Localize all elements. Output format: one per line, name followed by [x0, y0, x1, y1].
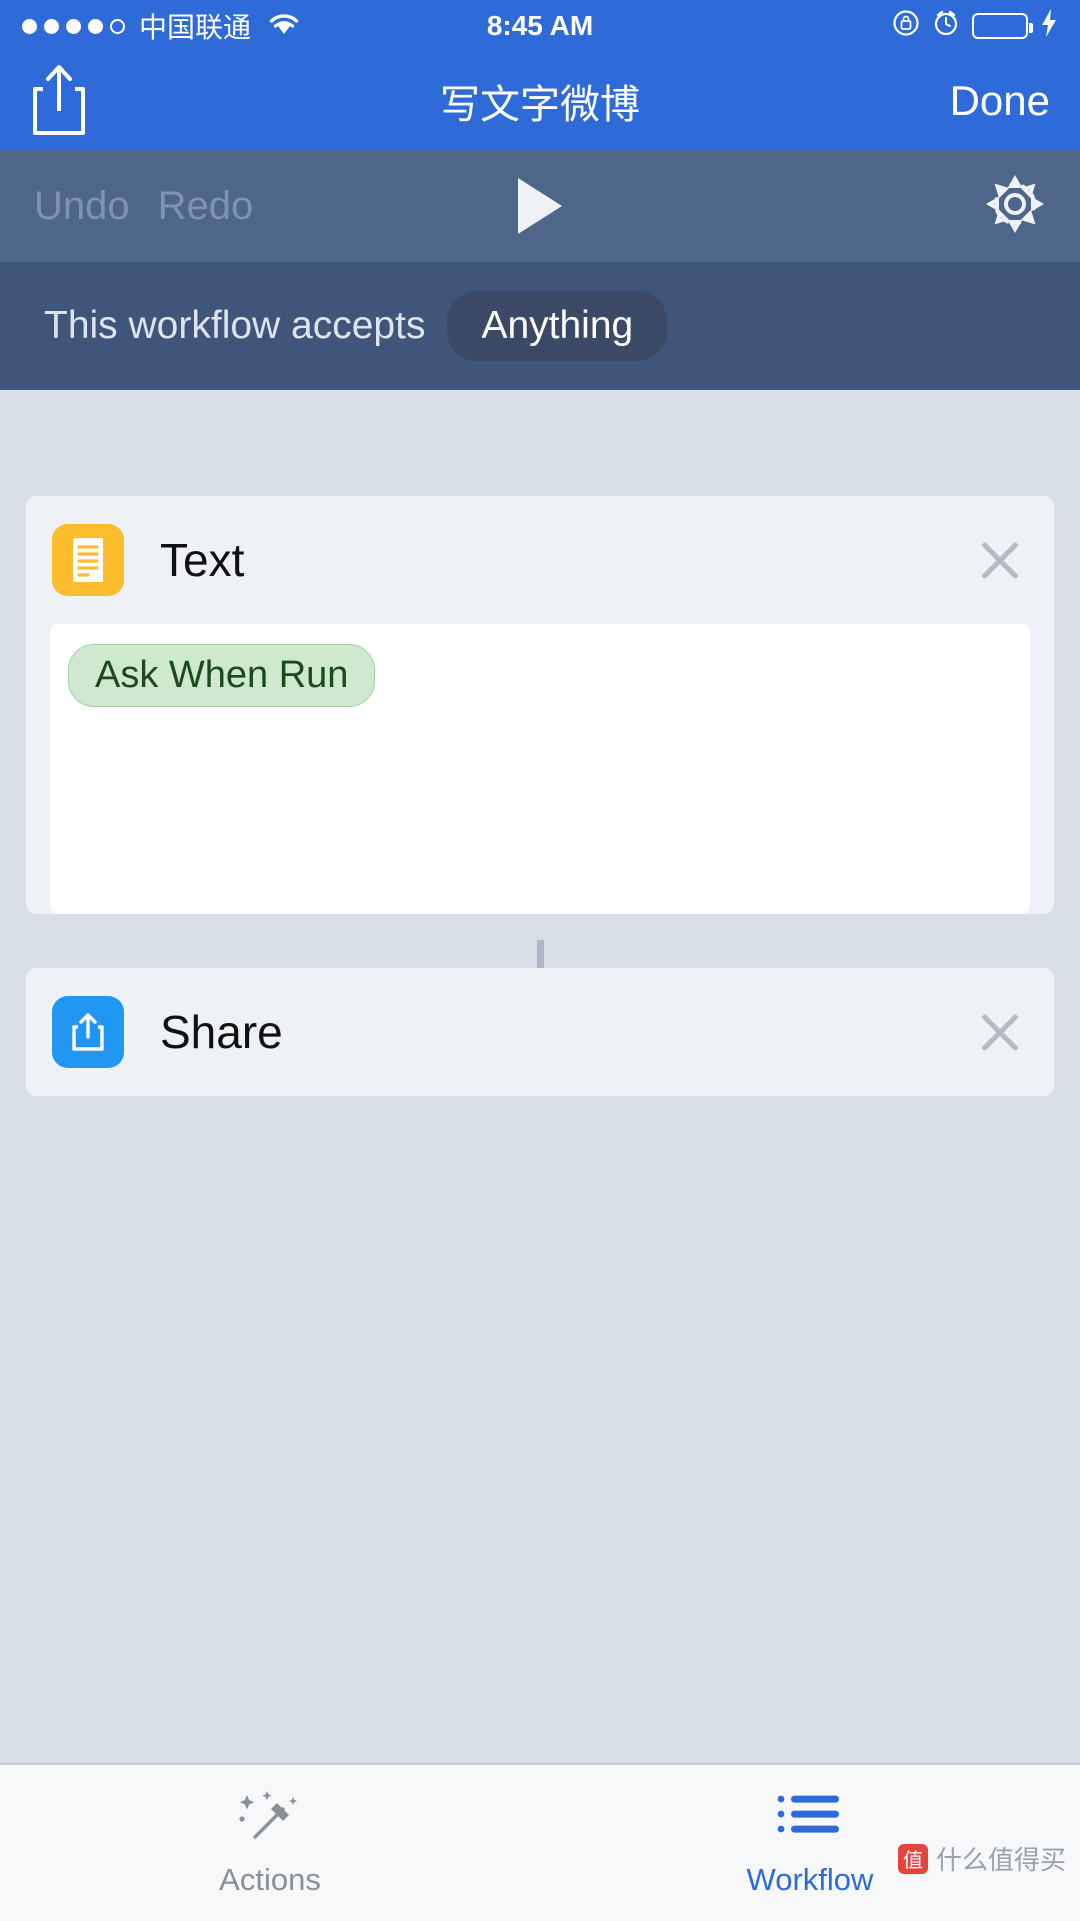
tab-label-workflow: Workflow: [746, 1861, 874, 1897]
watermark-badge: 值: [897, 1843, 928, 1874]
redo-button[interactable]: Redo: [158, 184, 254, 229]
status-bar: 中国联通 8:45 AM: [0, 0, 1080, 52]
text-document-icon: [52, 524, 124, 596]
action-header: Share: [26, 968, 1054, 1096]
text-input-field[interactable]: Ask When Run: [50, 624, 1030, 914]
rotation-lock-icon: [892, 9, 920, 44]
signal-strength-icon: [22, 18, 125, 34]
battery-icon: [972, 13, 1033, 39]
status-right: [892, 8, 1058, 44]
tab-bar: Actions Workflow 值 什么值得买: [0, 1763, 1080, 1921]
accepts-type-button[interactable]: Anything: [447, 291, 668, 361]
undo-button[interactable]: Undo: [34, 184, 130, 229]
navigation-bar: 写文字微博 Done: [0, 52, 1080, 150]
close-icon[interactable]: [972, 532, 1028, 588]
action-title: Text: [160, 534, 245, 586]
wifi-icon: [267, 10, 301, 43]
action-card-text[interactable]: Text Ask When Run: [26, 496, 1054, 914]
action-connector: [536, 940, 544, 968]
carrier-label: 中国联通: [139, 12, 252, 43]
watermark-text: 什么值得买: [935, 1845, 1066, 1875]
workflow-canvas: Text Ask When Run Share: [0, 438, 1080, 1763]
lightning-bolt-icon: [1040, 8, 1058, 44]
ask-when-run-token[interactable]: Ask When Run: [68, 644, 376, 707]
tab-label-actions: Actions: [219, 1861, 321, 1897]
share-icon: [52, 996, 124, 1068]
play-icon: [518, 178, 562, 234]
share-icon[interactable]: [30, 61, 88, 142]
alarm-clock-icon: [932, 9, 960, 44]
action-header: Text: [26, 496, 1054, 624]
page-title: 写文字微博: [440, 83, 640, 127]
accepts-label: This workflow accepts: [44, 304, 426, 347]
list-icon: [773, 1789, 847, 1850]
tab-actions[interactable]: Actions: [0, 1789, 540, 1898]
workflow-accepts-bar: This workflow accepts Anything: [0, 262, 1080, 390]
close-icon[interactable]: [972, 1004, 1028, 1060]
gear-icon[interactable]: [984, 173, 1046, 240]
done-button[interactable]: Done: [950, 77, 1050, 125]
editor-toolbar: Undo Redo: [0, 150, 1080, 262]
watermark: 值 什么值得买: [897, 1840, 1066, 1877]
status-left: 中国联通: [22, 6, 301, 46]
action-title: Share: [160, 1006, 283, 1058]
magic-wand-icon: [233, 1789, 307, 1850]
action-card-share[interactable]: Share: [26, 968, 1054, 1096]
